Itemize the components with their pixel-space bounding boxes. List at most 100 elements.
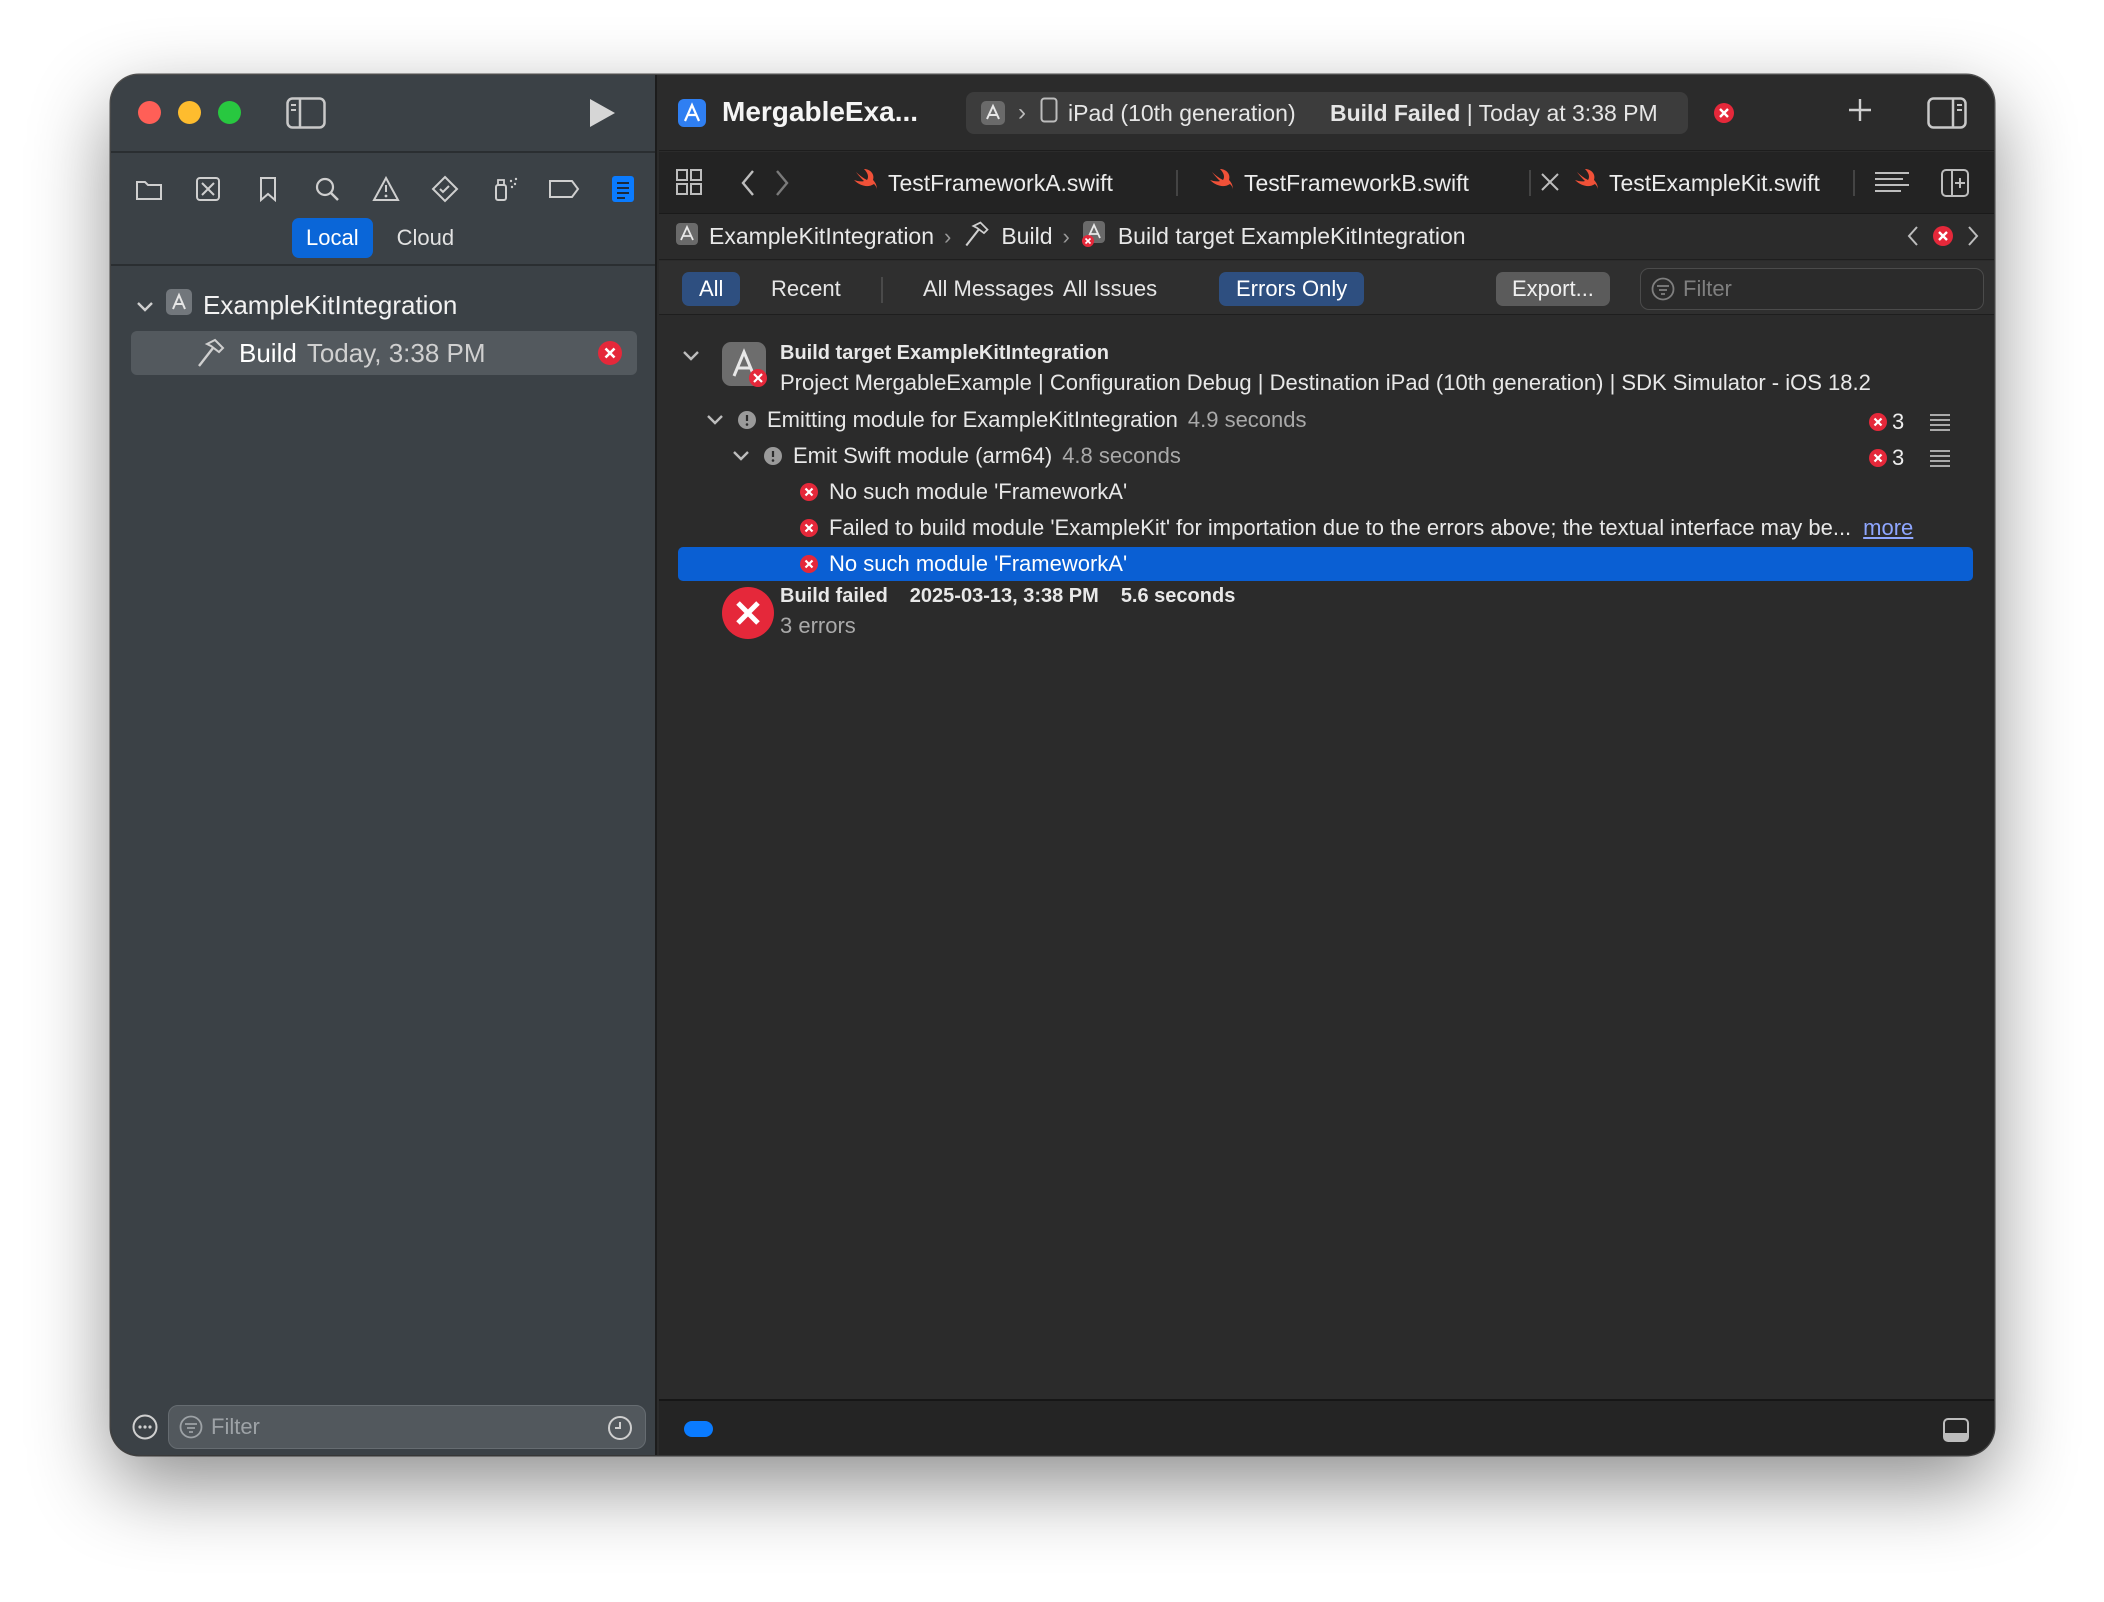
filter-all-button[interactable]: All: [682, 272, 741, 306]
close-window-button[interactable]: [138, 101, 161, 124]
show-log-icon[interactable]: [1929, 412, 1951, 437]
window-toolbar: MergableExa... › iPad (10th generation) …: [659, 75, 1994, 151]
project-title[interactable]: MergableExa...: [722, 96, 918, 128]
folder-icon[interactable]: [127, 167, 171, 211]
error-icon: [1868, 448, 1888, 468]
bookmark-icon[interactable]: [246, 167, 290, 211]
back-icon[interactable]: [739, 168, 757, 203]
filter-icon: [1651, 277, 1675, 301]
clock-icon[interactable]: [607, 1415, 633, 1447]
previous-issue-icon[interactable]: [1906, 224, 1920, 254]
build-item-time: Today, 3:38 PM: [306, 337, 486, 368]
build-log: Build target ExampleKitIntegration Proje…: [659, 315, 1994, 1399]
breadcrumb-project[interactable]: ExampleKitIntegration: [675, 222, 934, 252]
error-row[interactable]: No such module 'FrameworkA': [659, 475, 1994, 509]
breadcrumb-separator: ›: [944, 223, 952, 249]
destination-selector[interactable]: iPad (10th generation): [1040, 97, 1300, 129]
build-status-bold: Build Failed: [1330, 99, 1461, 126]
chevron-down-icon[interactable]: [135, 290, 155, 321]
local-cloud-segmented-control: Local Cloud: [292, 218, 468, 258]
breadcrumb-build[interactable]: Build: [961, 219, 1053, 255]
chevron-down-icon[interactable]: [731, 449, 751, 463]
build-log-item[interactable]: Build Today, 3:38 PM: [131, 331, 637, 375]
target-title: Build target ExampleKitIntegration: [780, 341, 1109, 364]
toolbar-error-icon[interactable]: [1713, 102, 1735, 129]
build-summary-duration: 5.6 seconds: [1120, 584, 1236, 607]
emitting-module-label: Emitting module for ExampleKitIntegratio…: [767, 407, 1178, 432]
filter-all-issues-button[interactable]: All Issues: [1046, 272, 1174, 306]
build-summary-title: Build failed: [780, 584, 888, 607]
tab-separator: [1853, 170, 1855, 196]
build-failed-icon: [721, 586, 775, 645]
xcode-project-icon: [677, 98, 707, 133]
swift-icon: [1208, 168, 1234, 198]
log-filter-placeholder: Filter: [1683, 276, 1732, 301]
error-message: No such module 'FrameworkA': [829, 551, 1128, 576]
warning-icon[interactable]: [364, 167, 408, 211]
emit-swift-module-row[interactable]: Emit Swift module (arm64) 4.8 seconds: [659, 439, 1994, 473]
sidebar-toggle-icon[interactable]: [286, 97, 326, 134]
editor-area: MergableExa... › iPad (10th generation) …: [659, 75, 1994, 1455]
tree-root-label: ExampleKitIntegration: [203, 290, 458, 320]
chevron-right-icon: ›: [1018, 99, 1026, 126]
chevron-down-icon[interactable]: [705, 413, 725, 427]
inspector-toggle-icon[interactable]: [1927, 97, 1967, 134]
sidebar-filter-input[interactable]: Filter: [168, 1405, 646, 1449]
emit-swift-error-count-value: 3: [1892, 445, 1905, 470]
emitting-module-time: 4.9 seconds: [1187, 407, 1307, 432]
breakpoint-icon[interactable]: [542, 167, 586, 211]
more-options-icon[interactable]: [132, 1414, 158, 1445]
minimize-window-button[interactable]: [178, 101, 201, 124]
breadcrumb-separator: ›: [1062, 223, 1070, 249]
search-icon[interactable]: [305, 167, 349, 211]
run-icon[interactable]: [587, 97, 617, 134]
close-tab-icon[interactable]: [1539, 171, 1561, 198]
test-diamond-icon[interactable]: [423, 167, 467, 211]
source-control-icon[interactable]: [186, 167, 230, 211]
report-navigator-icon[interactable]: [601, 167, 645, 211]
forward-icon[interactable]: [773, 168, 791, 203]
navigator-selector-bar: [127, 167, 645, 211]
navigator-sidebar: Local Cloud ExampleKitIntegration Build …: [111, 75, 657, 1455]
error-row[interactable]: Failed to build module 'ExampleKit' for …: [659, 511, 1994, 545]
show-log-icon[interactable]: [1929, 448, 1951, 473]
export-button[interactable]: Export...: [1496, 272, 1610, 306]
tab-testframeworka[interactable]: TestFrameworkA.swift: [852, 152, 1113, 214]
jump-bar: ExampleKitIntegration › Build › Build ta…: [659, 214, 1994, 260]
segment-cloud[interactable]: Cloud: [383, 218, 468, 258]
emitting-module-row[interactable]: Emitting module for ExampleKitIntegratio…: [659, 403, 1994, 437]
chevron-down-icon[interactable]: [681, 349, 701, 368]
tab-testframeworkb[interactable]: TestFrameworkB.swift: [1208, 152, 1469, 214]
activity-indicator-icon[interactable]: [684, 1421, 713, 1437]
more-link[interactable]: more: [1863, 515, 1913, 541]
toolbar-divider: [111, 151, 655, 153]
log-filter-input[interactable]: Filter: [1640, 268, 1984, 310]
next-issue-icon[interactable]: [1966, 224, 1980, 254]
scheme-status-bar[interactable]: › iPad (10th generation) Build Failed | …: [966, 92, 1688, 134]
build-status-text[interactable]: Build Failed | Today at 3:38 PM: [1330, 100, 1658, 127]
editor-tab-bar: TestFrameworkA.swift TestFrameworkB.swif…: [659, 152, 1994, 214]
tree-root-exampkitintegration[interactable]: ExampleKitIntegration: [135, 288, 457, 323]
editor-options-icon[interactable]: [1873, 169, 1911, 202]
segment-local[interactable]: Local: [292, 218, 373, 258]
sidebar-bottom-bar: Filter: [111, 1399, 655, 1455]
target-build-icon: [720, 340, 770, 393]
error-row-selected[interactable]: No such module 'FrameworkA': [678, 547, 1973, 581]
debug-spray-icon[interactable]: [483, 167, 527, 211]
xcode-window: Local Cloud ExampleKitIntegration Build …: [111, 75, 1994, 1455]
build-summary-errors: 3 errors: [780, 613, 856, 638]
grid-icon[interactable]: [675, 168, 703, 201]
tab-separator: [1176, 170, 1178, 196]
filter-errors-only-button[interactable]: Errors Only: [1219, 272, 1365, 306]
swift-icon: [852, 168, 878, 198]
zoom-window-button[interactable]: [218, 101, 241, 124]
breadcrumb-build-label: Build: [1001, 223, 1053, 249]
toggle-debug-area-icon[interactable]: [1942, 1417, 1970, 1448]
add-editor-icon[interactable]: [1940, 168, 1970, 203]
filter-recent-button[interactable]: Recent: [754, 272, 858, 306]
issue-error-icon[interactable]: [1932, 225, 1954, 253]
scheme-icon[interactable]: [980, 100, 1006, 126]
tab-testexamplekit[interactable]: TestExampleKit.swift: [1573, 152, 1820, 214]
add-icon[interactable]: [1845, 95, 1875, 130]
breadcrumb-target[interactable]: Build target ExampleKitIntegration: [1080, 220, 1466, 254]
